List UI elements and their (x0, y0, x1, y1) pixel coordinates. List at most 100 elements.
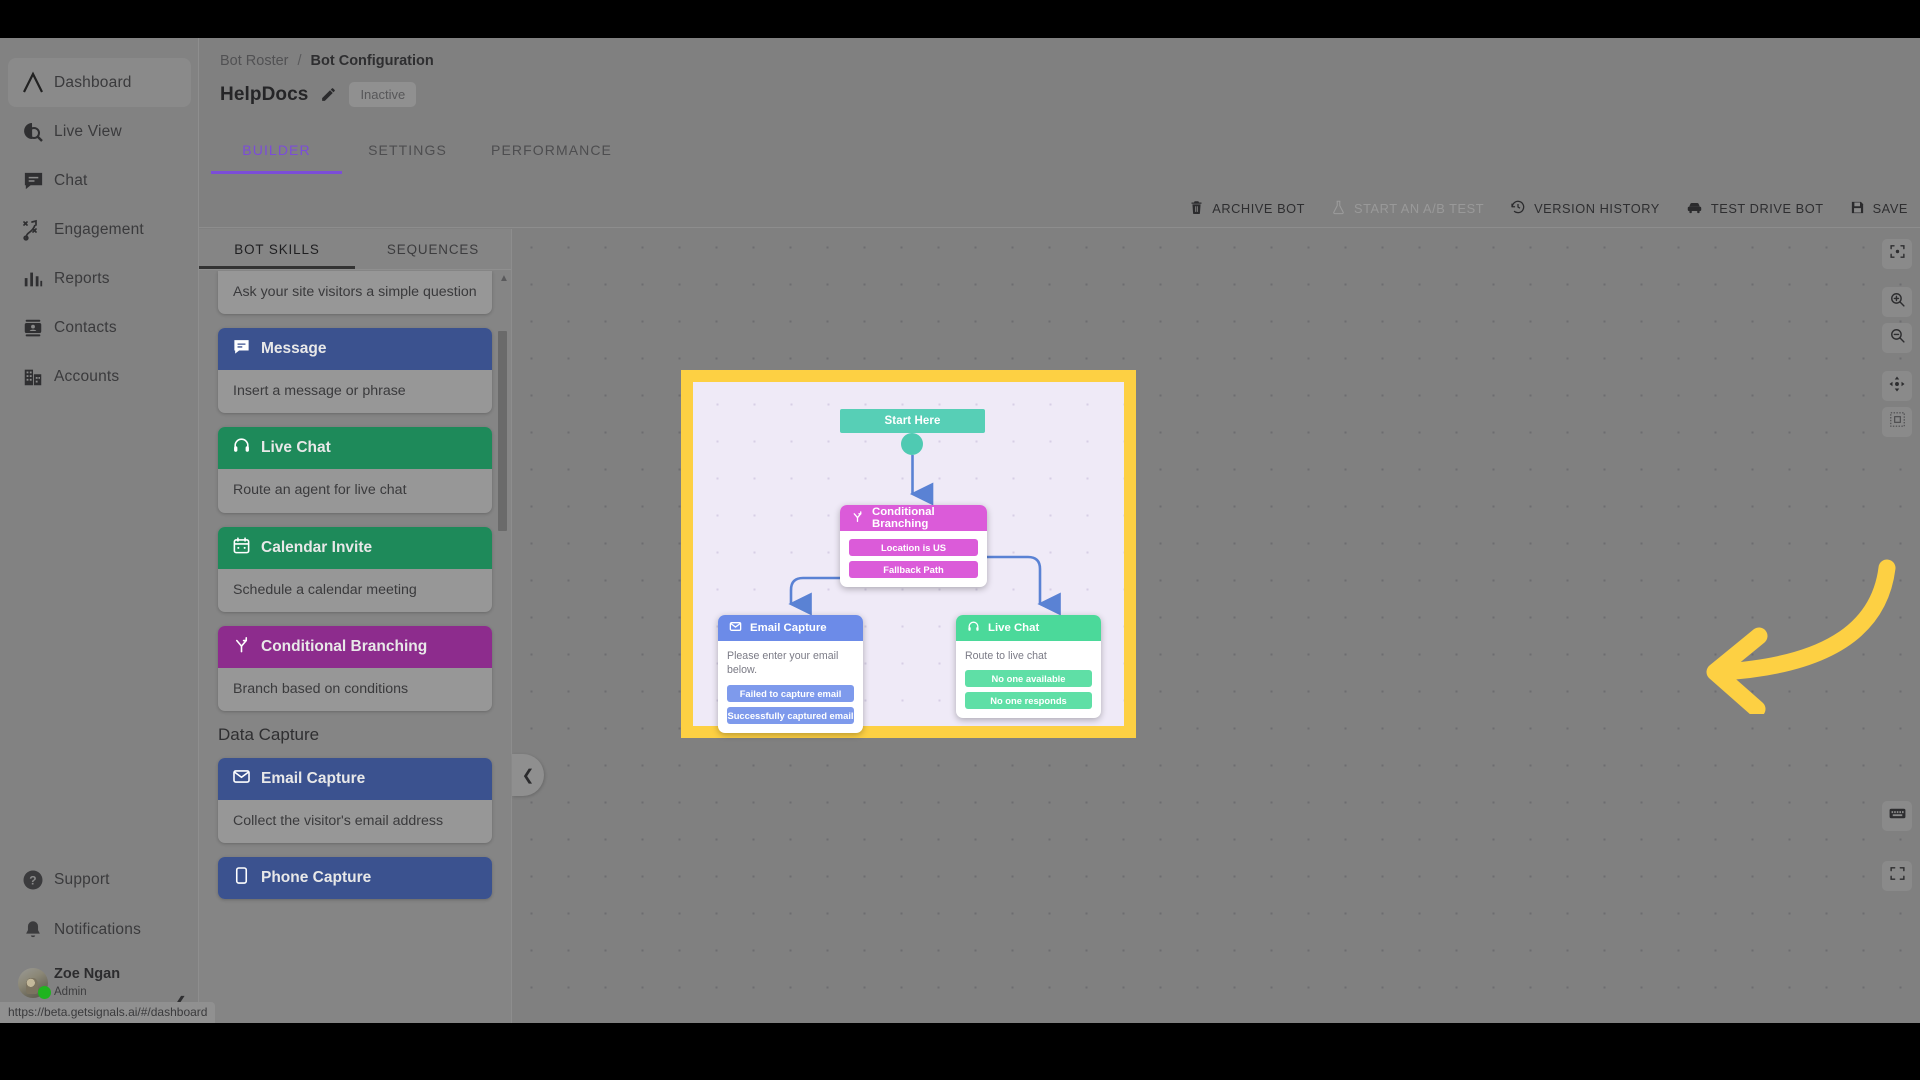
minimap-icon (1889, 411, 1906, 433)
skills-scrollbar[interactable]: ▲ (498, 273, 509, 1013)
skill-card-desc: Collect the visitor's email address (233, 812, 444, 829)
keyboard-shortcuts-button[interactable] (1882, 801, 1912, 831)
chat-bubble-icon (232, 337, 251, 361)
sidebar-item-label: Chat (54, 171, 88, 189)
bell-icon (12, 916, 54, 944)
flow-node-email-capture[interactable]: Email Capture Please enter your email be… (718, 615, 863, 733)
flow-option[interactable]: Location is US (849, 539, 978, 556)
skill-card-calendar-invite[interactable]: Calendar Invite Schedule a calendar meet… (218, 526, 492, 612)
sidebar-item-engagement[interactable]: Engagement (0, 205, 199, 254)
flow-node-header: Conditional Branching (840, 505, 987, 531)
phone-icon (232, 866, 251, 890)
zoom-out-icon (1889, 327, 1906, 349)
sidebar-item-label: Live View (54, 122, 122, 140)
sidebar-item-accounts[interactable]: Accounts (0, 352, 199, 401)
flow-node-body: Please enter your email below. Failed to… (718, 641, 863, 733)
bar-chart-icon (12, 265, 54, 293)
button-label: VERSION HISTORY (1534, 201, 1660, 216)
avatar (12, 968, 54, 999)
test-drive-bot-button[interactable]: TEST DRIVE BOT (1686, 199, 1824, 219)
fullscreen-button[interactable] (1882, 861, 1912, 891)
button-label: TEST DRIVE BOT (1710, 201, 1824, 216)
skill-card-header: Conditional Branching (218, 625, 492, 668)
flow-node-header: Live Chat (956, 615, 1101, 641)
flow-node-header: Email Capture (718, 615, 863, 641)
sidebar-item-contacts[interactable]: Contacts (0, 303, 199, 352)
sidebar-item-live-view[interactable]: Live View (0, 107, 199, 156)
tab-settings[interactable]: SETTINGS (342, 130, 473, 174)
section-label-data-capture: Data Capture (218, 724, 320, 744)
sidebar-item-dashboard[interactable]: Dashboard (8, 58, 191, 107)
builder-toolbar: ARCHIVE BOT START AN A/B TEST VERSION HI… (199, 190, 1920, 228)
archive-bot-button[interactable]: ARCHIVE BOT (1189, 200, 1305, 218)
version-history-button[interactable]: VERSION HISTORY (1510, 199, 1660, 218)
sidebar-bottom: ? Support Notifications Zoe Ngan Admin (0, 855, 199, 1012)
flow-canvas[interactable]: ❮ Start Here Conditional Branching Locat… (512, 229, 1920, 1023)
building-icon (12, 363, 54, 391)
flow-node-body: Location is US Fallback Path (840, 531, 987, 587)
panel-collapse-button[interactable]: ❮ (512, 754, 544, 796)
flow-option[interactable]: Successfully captured email (727, 706, 854, 724)
pencil-icon[interactable] (320, 86, 337, 103)
flow-node-body: Route to live chat No one available No o… (956, 641, 1101, 718)
sidebar-item-reports[interactable]: Reports (0, 254, 199, 303)
fit-view-button[interactable] (1882, 239, 1912, 269)
skill-card-partial[interactable]: Ask your site visitors a simple question (218, 271, 492, 315)
flow-node-start[interactable]: Start Here (840, 409, 985, 433)
flow-option[interactable]: No one responds (965, 692, 1092, 710)
tab-builder[interactable]: BUILDER (211, 130, 342, 174)
save-button[interactable]: SAVE (1850, 200, 1908, 218)
zoom-out-button[interactable] (1882, 323, 1912, 353)
minimap-button[interactable] (1882, 407, 1912, 437)
flow-option[interactable]: Failed to capture email (727, 684, 854, 702)
start-connector-dot[interactable] (901, 433, 923, 455)
contact-card-icon (12, 314, 54, 342)
headset-icon (967, 620, 980, 636)
skill-card-live-chat[interactable]: Live Chat Route an agent for live chat (218, 427, 492, 513)
zoom-in-button[interactable] (1882, 287, 1912, 317)
user-name: Zoe Ngan (54, 966, 121, 983)
chevron-left-icon: ❮ (521, 767, 535, 784)
skill-card-title: Live Chat (261, 439, 331, 457)
skill-card-header: Calendar Invite (218, 526, 492, 569)
breadcrumb: Bot Roster / Bot Configuration (220, 53, 434, 69)
tab-bot-skills[interactable]: BOT SKILLS (199, 229, 355, 269)
skills-scroll-area[interactable]: Ask your site visitors a simple question… (199, 271, 511, 1023)
skill-card-header: Live Chat (218, 427, 492, 470)
highlight-frame: Start Here Conditional Branching Locatio… (681, 370, 1136, 738)
envelope-icon (729, 620, 742, 636)
scroll-up-icon[interactable]: ▲ (499, 273, 509, 284)
flow-node-title: Email Capture (750, 622, 827, 634)
flow-node-live-chat[interactable]: Live Chat Route to live chat No one avai… (956, 615, 1101, 719)
skill-card-desc: Branch based on conditions (233, 680, 409, 697)
flow-option[interactable]: Fallback Path (849, 561, 978, 578)
left-sidebar: Dashboard Live View Chat Engagement Repo… (0, 38, 199, 1023)
scrollbar-thumb[interactable] (498, 331, 507, 531)
flow-node-text: Route to live chat (965, 650, 1047, 662)
tab-performance[interactable]: PERFORMANCE (473, 130, 630, 174)
skill-card-title: Email Capture (261, 769, 366, 787)
chat-bubble-icon (12, 167, 54, 195)
flow-option[interactable]: No one available (965, 670, 1092, 688)
floppy-disk-icon (1850, 200, 1865, 218)
skill-card-desc: Schedule a calendar meeting (233, 581, 417, 598)
tab-sequences[interactable]: SEQUENCES (355, 229, 511, 269)
breadcrumb-parent[interactable]: Bot Roster (220, 53, 289, 69)
sidebar-item-notifications[interactable]: Notifications (0, 905, 199, 955)
skill-card-desc: Ask your site visitors a simple question (233, 284, 477, 300)
flow-node-conditional-branching[interactable]: Conditional Branching Location is US Fal… (840, 505, 987, 587)
skill-card-conditional-branching[interactable]: Conditional Branching Branch based on co… (218, 625, 492, 711)
flow-node-text: Please enter your email below. (727, 650, 839, 677)
skill-card-email-capture[interactable]: Email Capture Collect the visitor's emai… (218, 757, 492, 844)
skill-card-desc: Insert a message or phrase (233, 383, 406, 400)
pan-button[interactable] (1882, 371, 1912, 401)
flow-node-title: Conditional Branching (872, 506, 935, 530)
skill-card-phone-capture[interactable]: Phone Capture (218, 857, 492, 900)
skill-card-header: Message (218, 328, 492, 371)
skill-card-message[interactable]: Message Insert a message or phrase (218, 328, 492, 414)
button-label: ARCHIVE BOT (1212, 201, 1306, 216)
canvas-tool-rail (1874, 229, 1920, 1023)
sidebar-item-chat[interactable]: Chat (0, 156, 199, 205)
branch-icon (851, 510, 864, 526)
sidebar-item-support[interactable]: ? Support (0, 855, 199, 905)
